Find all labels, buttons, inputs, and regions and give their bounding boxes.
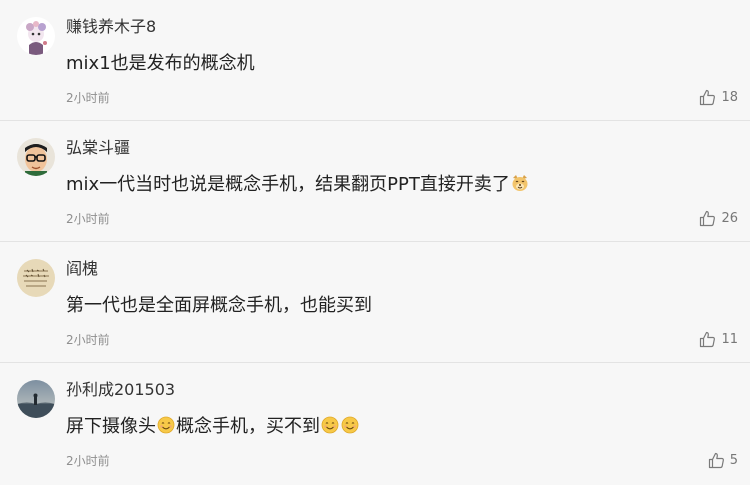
comment-time: 2小时前 bbox=[66, 212, 110, 226]
username[interactable]: 赚钱养木子8 bbox=[66, 16, 156, 38]
comment-item: 弘棠斗疆 mix一代当时也说是概念手机，结果翻页PPT直接开卖了 2小时前 26 bbox=[0, 121, 750, 242]
user-avatar[interactable] bbox=[17, 259, 55, 297]
thumbs-up-icon bbox=[700, 331, 716, 347]
smile-emoji-icon bbox=[341, 416, 359, 434]
user-avatar[interactable] bbox=[17, 17, 55, 55]
smile-emoji-icon bbox=[321, 416, 339, 434]
comment-time: 2小时前 bbox=[66, 454, 110, 468]
smile-emoji-icon bbox=[157, 416, 175, 434]
comment-item: 阎槐 第一代也是全面屏概念手机，也能买到 2小时前 11 bbox=[0, 242, 750, 363]
comment-item: 赚钱养木子8 mix1也是发布的概念机 2小时前 18 bbox=[0, 0, 750, 121]
like-count: 11 bbox=[721, 331, 738, 347]
like-count: 26 bbox=[721, 210, 738, 226]
comment-list: 赚钱养木子8 mix1也是发布的概念机 2小时前 18 弘棠斗疆 mix一代当时… bbox=[0, 0, 750, 485]
comment-item: 孙利成201503 屏下摄像头 概念手机，买不到 2小时前 5 bbox=[0, 363, 750, 484]
landscape-avatar-icon bbox=[17, 380, 55, 418]
like-button[interactable]: 18 bbox=[699, 86, 738, 108]
username[interactable]: 阎槐 bbox=[66, 258, 98, 280]
comment-text-content: mix一代当时也说是概念手机，结果翻页PPT直接开卖了 bbox=[66, 174, 510, 195]
flower-doll-avatar-icon bbox=[17, 17, 55, 55]
like-button[interactable]: 5 bbox=[708, 449, 738, 471]
comment-text-part: 概念手机，买不到 bbox=[176, 416, 320, 437]
comment-text: 屏下摄像头 概念手机，买不到 bbox=[66, 414, 360, 440]
thumbs-up-icon bbox=[708, 452, 724, 468]
glasses-man-avatar-icon bbox=[17, 138, 55, 176]
thumbs-up-icon bbox=[700, 210, 716, 226]
comment-time: 2小时前 bbox=[66, 333, 110, 347]
like-count: 18 bbox=[721, 89, 738, 105]
comment-text: 第一代也是全面屏概念手机，也能买到 bbox=[66, 295, 372, 316]
like-button[interactable]: 26 bbox=[699, 207, 738, 229]
like-count: 5 bbox=[729, 452, 738, 468]
user-avatar[interactable] bbox=[17, 138, 55, 176]
username[interactable]: 孙利成201503 bbox=[66, 379, 175, 401]
comment-text: mix一代当时也说是概念手机，结果翻页PPT直接开卖了 bbox=[66, 172, 530, 198]
comment-time: 2小时前 bbox=[66, 91, 110, 105]
laughing-dog-emoji-icon bbox=[512, 175, 528, 191]
handwriting-avatar-icon bbox=[17, 259, 55, 297]
comment-text-part: 屏下摄像头 bbox=[66, 416, 156, 437]
like-button[interactable]: 11 bbox=[699, 328, 738, 350]
thumbs-up-icon bbox=[700, 89, 716, 105]
username[interactable]: 弘棠斗疆 bbox=[66, 137, 130, 159]
comment-text: mix1也是发布的概念机 bbox=[66, 53, 255, 74]
user-avatar[interactable] bbox=[17, 380, 55, 418]
